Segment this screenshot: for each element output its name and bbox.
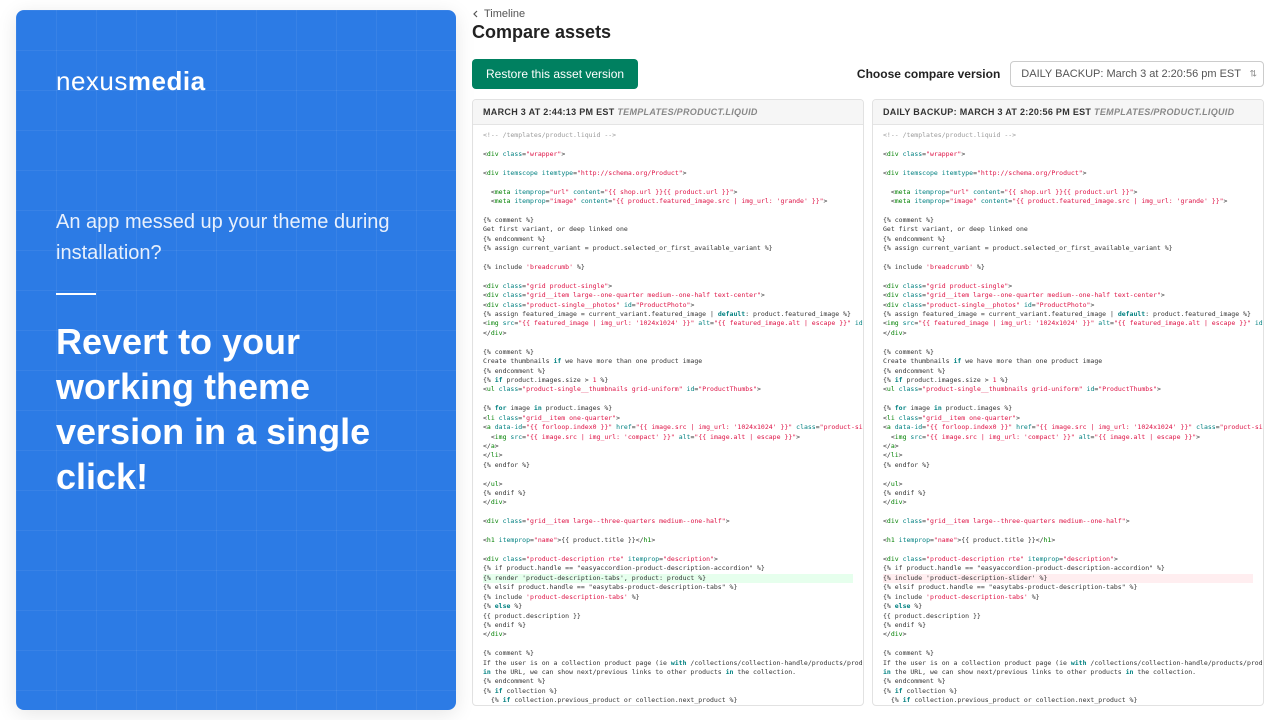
back-link-label: Timeline [484,8,525,20]
pane-right-header: DAILY BACKUP: MARCH 3 AT 2:20:56 PM EST … [873,100,1263,125]
brand-part2: media [128,66,206,96]
pane-right-time: DAILY BACKUP: MARCH 3 AT 2:20:56 PM EST [883,107,1091,117]
pane-left-path: TEMPLATES/PRODUCT.LIQUID [617,107,757,117]
pane-left-header: MARCH 3 AT 2:44:13 PM EST TEMPLATES/PROD… [473,100,863,125]
pane-right: DAILY BACKUP: MARCH 3 AT 2:20:56 PM EST … [872,99,1264,706]
back-link[interactable]: Timeline [472,8,1264,20]
chevron-left-icon [472,10,480,18]
promo-divider [56,293,96,295]
promo-headline: Revert to your working theme version in … [56,319,416,499]
compare-version-label: Choose compare version [857,67,1000,81]
pane-left: MARCH 3 AT 2:44:13 PM EST TEMPLATES/PROD… [472,99,864,706]
restore-button[interactable]: Restore this asset version [472,59,638,89]
brand-part1: nexus [56,66,128,96]
compare-version-select[interactable]: DAILY BACKUP: March 3 at 2:20:56 pm EST [1010,61,1264,87]
pane-right-path: TEMPLATES/PRODUCT.LIQUID [1094,107,1234,117]
compare-panes: MARCH 3 AT 2:44:13 PM EST TEMPLATES/PROD… [472,99,1264,706]
code-left: <!-- /templates/product.liquid --> <div … [473,125,863,705]
compare-version-group: Choose compare version DAILY BACKUP: Mar… [857,61,1264,87]
toolbar: Restore this asset version Choose compar… [472,59,1264,89]
pane-left-time: MARCH 3 AT 2:44:13 PM EST [483,107,615,117]
promo-panel: nexusmedia An app messed up your theme d… [16,10,456,710]
promo-tagline: An app messed up your theme during insta… [56,207,416,269]
brand-logo: nexusmedia [56,66,416,97]
code-right: <!-- /templates/product.liquid --> <div … [873,125,1263,705]
app-panel: Timeline Compare assets Restore this ass… [456,0,1280,720]
page-title: Compare assets [472,22,1264,43]
